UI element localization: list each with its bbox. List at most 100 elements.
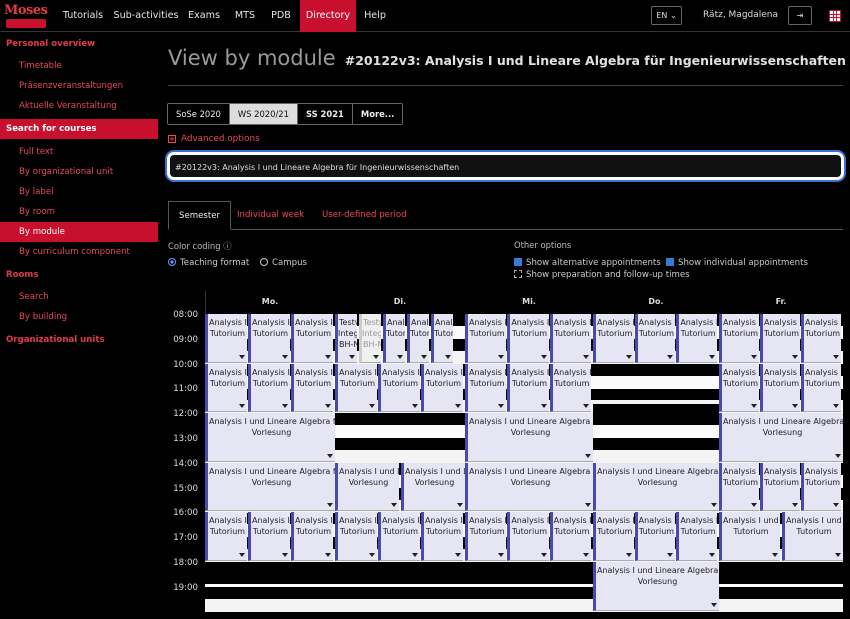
tab-user-defined[interactable]: User-defined period — [312, 201, 417, 230]
calendar-event[interactable]: Analysis ITutorium — [248, 363, 290, 413]
sidebar-item-orgunit[interactable]: By organizational unit — [0, 162, 158, 182]
nav-sub-activities[interactable]: Sub-activities — [112, 0, 180, 32]
sidebar-item-praesenz[interactable]: Präsenzveranstaltungen — [0, 76, 158, 96]
calendar-event[interactable]: Analysis I und Lineare Algebra für Ingen… — [593, 562, 719, 611]
calendar-event[interactable]: Analysis ITutorium — [335, 512, 377, 561]
calendar-event[interactable]: Analysis ITutorium — [378, 512, 420, 561]
checkbox-alternative[interactable]: Show alternative appointments — [514, 258, 661, 268]
calendar-event[interactable]: Analysis ITutorium — [634, 512, 676, 561]
nav-directory[interactable]: Directory — [300, 0, 356, 32]
sidebar-item-label[interactable]: By label — [0, 182, 158, 202]
calendar-event[interactable]: Analysis ITutorium — [801, 314, 841, 363]
calendar-event[interactable]: Analysis ITutorium — [676, 314, 717, 363]
calendar-event[interactable]: Analysis ITutorium — [335, 363, 377, 413]
sidebar-item-timetable[interactable]: Timetable — [0, 56, 158, 76]
calendar-event[interactable]: Analysis I und Lineare Algebra für Ingen… — [719, 512, 780, 561]
calendar-event[interactable]: Analysis ITutorium — [719, 462, 759, 512]
calendar-event[interactable]: Analysis I und Lineare Algebra für Ingen… — [782, 512, 843, 561]
calendar-event[interactable]: Analysis I und Lineare Algebra für Ingen… — [401, 462, 465, 512]
calendar-event[interactable]: Analysis ITutorium — [549, 314, 591, 363]
semester-ws2020[interactable]: WS 2020/21 — [229, 104, 298, 124]
calendar-event[interactable]: Analysis ITutorium — [291, 314, 333, 363]
calendar-event[interactable]: Analysis ITutorium — [719, 314, 759, 363]
calendar-event[interactable]: Analysis I und Lineare Algebra für Ingen… — [719, 413, 843, 462]
language-select[interactable]: EN ⌄ — [651, 6, 682, 25]
apps-grid-icon[interactable] — [829, 10, 841, 22]
calendar-event[interactable]: Analysis ITutorium — [205, 512, 247, 561]
calendar-event[interactable]: Analysis ITutorium — [634, 314, 676, 363]
sidebar-item-room[interactable]: By room — [0, 202, 158, 222]
radio-campus[interactable]: Campus — [260, 258, 307, 268]
calendar-event[interactable]: Analysis ITutorium — [248, 512, 290, 561]
sidebar-heading-personal[interactable]: Personal overview — [0, 34, 158, 54]
calendar-event[interactable]: Analysis ITutorium — [465, 314, 507, 363]
nav-help[interactable]: Help — [358, 0, 392, 32]
calendar-event[interactable]: Analysis ITutorium — [593, 512, 634, 561]
calendar-event[interactable]: Analysis ITutorium — [205, 363, 247, 413]
calendar-event[interactable]: Analysis I und Lineare Algebra für Ingen… — [465, 462, 593, 512]
calendar-event[interactable]: Analysis ITutorium — [431, 314, 453, 363]
nav-tutorials[interactable]: Tutorials — [56, 0, 110, 32]
calendar-event[interactable]: Testv Integ BH-N — [335, 314, 357, 363]
calendar-event[interactable]: Analysis ITutorium — [291, 512, 333, 561]
sidebar-item-fulltext[interactable]: Full text — [0, 142, 158, 162]
moses-logo[interactable]: Moses — [2, 3, 50, 29]
calendar-event[interactable]: Analysis ITutorium — [760, 462, 800, 512]
semester-more[interactable]: More... — [352, 104, 403, 124]
calendar-event[interactable]: Analysis ITutorium — [383, 314, 405, 363]
calendar-event[interactable]: Analysis ITutorium — [378, 363, 420, 413]
calendar-event[interactable]: Analysis I und Lineare Algebra für Ingen… — [593, 462, 719, 512]
calendar-event[interactable]: Analysis ITutorium — [760, 363, 800, 413]
event-type: Tutorium — [804, 378, 841, 388]
calendar-event[interactable]: Analysis ITutorium — [421, 363, 463, 413]
calendar-event[interactable]: Analysis ITutorium — [719, 363, 759, 413]
calendar-event[interactable]: Analysis ITutorium — [549, 363, 591, 413]
calendar-event[interactable]: Analysis ITutorium — [507, 363, 549, 413]
tab-individual-week[interactable]: Individual week — [227, 201, 314, 230]
calendar-event[interactable]: Analysis ITutorium — [421, 512, 463, 561]
chevron-down-icon — [540, 552, 547, 557]
calendar-event[interactable]: Analysis ITutorium — [549, 512, 591, 561]
module-search-field[interactable] — [167, 152, 844, 180]
calendar-event[interactable]: Analysis ITutorium — [507, 314, 549, 363]
nav-mts[interactable]: MTS — [228, 0, 262, 32]
sidebar-item-search[interactable]: Search — [0, 287, 158, 307]
logout-icon[interactable]: ⇥ — [788, 6, 812, 25]
calendar-event[interactable]: Analysis ITutorium — [676, 512, 717, 561]
calendar-event[interactable]: Analysis ITutorium — [593, 314, 634, 363]
calendar-event[interactable]: Analysis ITutorium — [507, 512, 549, 561]
nav-pdb[interactable]: PDB — [264, 0, 298, 32]
calendar-event[interactable]: Analysis I und Lineare Algebra für Ingen… — [335, 462, 399, 512]
checkbox-individual[interactable]: Show individual appointments — [666, 258, 808, 268]
tab-semester[interactable]: Semester — [168, 201, 232, 230]
calendar-event[interactable]: Analysis ITutorium — [291, 363, 333, 413]
help-icon[interactable]: ⓘ — [223, 241, 231, 251]
radio-teaching-format[interactable]: Teaching format — [168, 258, 249, 268]
calendar-event[interactable]: Analysis I und Lineare Algebra für Ingen… — [205, 413, 335, 462]
calendar-event[interactable]: Analysis ITutorium — [407, 314, 429, 363]
calendar-event[interactable]: Analysis ITutorium — [801, 363, 841, 413]
calendar-event[interactable]: Analysis ITutorium — [801, 462, 841, 512]
sidebar-item-aktuelle[interactable]: Aktuelle Veranstaltung — [0, 96, 158, 116]
sidebar-heading-orgunits[interactable]: Organizational units — [0, 330, 158, 350]
checkbox-preparation[interactable]: Show preparation and follow-up times — [514, 270, 690, 280]
sidebar-item-building[interactable]: By building — [0, 307, 158, 327]
calendar-event[interactable]: Analysis ITutorium — [760, 314, 800, 363]
semester-ss2021[interactable]: SS 2021 — [297, 104, 353, 124]
sidebar-heading-search[interactable]: Search for courses — [0, 119, 158, 139]
nav-exams[interactable]: Exams — [182, 0, 226, 32]
module-search-input[interactable] — [170, 156, 841, 179]
calendar-event[interactable]: Analysis I und Lineare Algebra für Ingen… — [205, 462, 335, 512]
sidebar-item-curriculum[interactable]: By curriculum component — [0, 242, 158, 262]
semester-sose2020[interactable]: SoSe 2020 — [168, 104, 230, 124]
event-title: Analysis I — [209, 318, 247, 327]
advanced-options-toggle[interactable]: + Advanced options — [168, 134, 260, 144]
calendar-event[interactable]: Analysis ITutorium — [465, 512, 507, 561]
calendar-event[interactable]: Analysis I und Lineare Algebra für Ingen… — [465, 413, 593, 462]
calendar-event[interactable]: Analysis ITutorium — [205, 314, 247, 363]
sidebar-heading-rooms[interactable]: Rooms — [0, 265, 158, 285]
calendar-event[interactable]: Testv Integ BH-N — [359, 314, 381, 363]
calendar-event[interactable]: Analysis ITutorium — [465, 363, 507, 413]
sidebar-item-module[interactable]: By module — [0, 222, 158, 242]
calendar-event[interactable]: Analysis ITutorium — [248, 314, 290, 363]
